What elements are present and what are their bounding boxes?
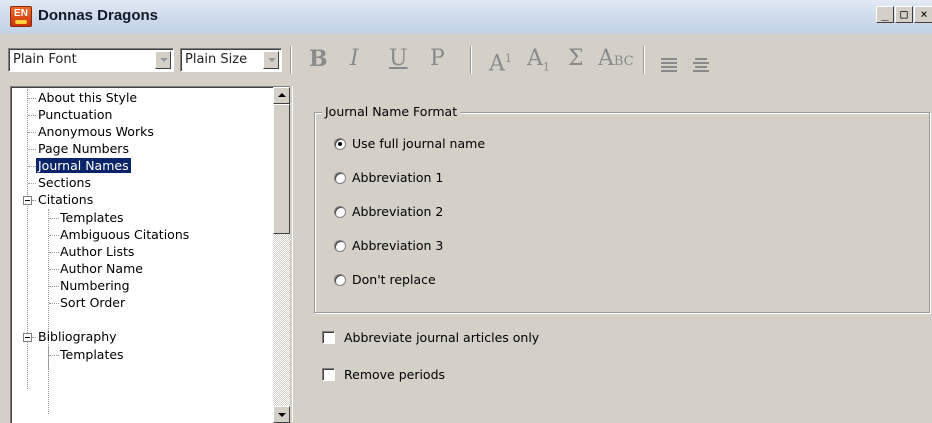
smallcaps-base: A [598, 46, 614, 71]
radio-button[interactable] [334, 138, 346, 150]
minimize-button[interactable]: _ [876, 6, 894, 23]
tree-item-sort-order[interactable]: Sort Order [58, 294, 127, 311]
tree-item-citations-templates[interactable]: Templates [58, 209, 126, 226]
smallcaps-rest: BC [613, 54, 634, 69]
group-title: Journal Name Format [322, 104, 461, 119]
tree-item-anonymous-works[interactable]: Anonymous Works [36, 123, 156, 140]
tree-item-label: About this Style [38, 90, 138, 105]
tree-item-bibliography[interactable]: Bibliography [36, 328, 119, 345]
style-tree: About this Style Punctuation Anonymous W… [11, 87, 273, 423]
subscript-button[interactable]: A1 [527, 45, 550, 81]
size-select[interactable]: Plain Size [180, 48, 282, 72]
radio-label: Don't replace [352, 272, 436, 287]
tree-item-author-lists[interactable]: Author Lists [58, 243, 136, 260]
scroll-down-icon[interactable] [273, 406, 290, 423]
window-title: Donnas Dragons [38, 7, 159, 24]
collapse-bibliography-icon[interactable] [23, 333, 32, 342]
tree-item-punctuation[interactable]: Punctuation [36, 106, 114, 123]
superscript-button[interactable]: A1 [489, 45, 512, 78]
app-icon[interactable]: EN [10, 6, 32, 27]
toolbar-divider [470, 46, 472, 74]
tree-item-label: Bibliography [38, 329, 117, 344]
font-select-value: Plain Font [13, 52, 77, 67]
tree-item-numbering[interactable]: Numbering [58, 277, 132, 294]
font-select[interactable]: Plain Font [8, 48, 174, 72]
tree-item-citations[interactable]: Citations [36, 191, 95, 208]
checkbox-label: Abbreviate journal articles only [344, 330, 540, 345]
radio-label: Use full journal name [352, 136, 486, 151]
app-icon-text: EN [14, 8, 28, 19]
chevron-down-icon[interactable] [263, 51, 279, 69]
subscript-base: A [527, 46, 543, 71]
tree-item-author-name[interactable]: Author Name [58, 260, 145, 277]
maximize-button[interactable]: □ [895, 6, 913, 23]
tree-item-label: Ambiguous Citations [60, 227, 190, 242]
tree-item-page-numbers[interactable]: Page Numbers [36, 140, 131, 157]
tree-item-label: Citations [38, 192, 94, 207]
smallcaps-button[interactable]: ABC [598, 45, 634, 76]
format-toolbar: Plain Font Plain Size B I U P A1 A1 Σ AB… [0, 34, 932, 84]
radio-label: Abbreviation 3 [352, 238, 444, 253]
tree-item-label: Templates [60, 210, 124, 225]
tree-item-label: Anonymous Works [38, 124, 154, 139]
tree-item-label: Author Name [60, 261, 143, 276]
size-select-value: Plain Size [185, 52, 248, 67]
tree-item-label: Sections [38, 175, 91, 190]
superscript-mark: 1 [504, 52, 512, 65]
panel-splitter[interactable] [292, 86, 299, 422]
scroll-thumb[interactable] [273, 104, 290, 234]
checkbox-label: Remove periods [344, 367, 446, 382]
close-button[interactable]: × [914, 6, 932, 23]
tree-item-label: Sort Order [60, 295, 126, 310]
radio-button[interactable] [334, 274, 346, 286]
italic-button[interactable]: I [350, 45, 359, 73]
symbol-button[interactable]: Σ [568, 45, 584, 73]
radio-button[interactable] [334, 206, 346, 218]
underline-button[interactable]: U [389, 45, 408, 73]
tree-item-label: Templates [60, 347, 124, 362]
tree-item-bibliography-templates[interactable]: Templates [58, 346, 126, 363]
tree-item-label: Numbering [60, 278, 130, 293]
tree-item-label: Author Lists [60, 244, 135, 259]
tree-item-journal-names[interactable]: Journal Names [36, 157, 131, 174]
align-center-icon[interactable] [693, 58, 709, 74]
checkbox[interactable] [322, 368, 335, 381]
title-bar[interactable]: EN Donnas Dragons _ □ × [0, 0, 932, 35]
collapse-citations-icon[interactable] [23, 196, 32, 205]
tree-item-ambiguous-citations[interactable]: Ambiguous Citations [58, 226, 191, 243]
scroll-up-icon[interactable] [273, 87, 290, 104]
plain-button[interactable]: P [430, 45, 445, 73]
radio-label: Abbreviation 1 [352, 170, 444, 185]
toolbar-divider [290, 46, 292, 74]
toolbar-divider [643, 46, 645, 74]
tree-item-label: Journal Names [36, 158, 131, 173]
radio-button[interactable] [334, 172, 346, 184]
chevron-down-icon[interactable] [155, 51, 171, 69]
superscript-base: A [489, 51, 505, 77]
tree-scrollbar[interactable] [273, 87, 290, 423]
radio-label: Abbreviation 2 [352, 204, 444, 219]
subscript-mark: 1 [542, 60, 550, 74]
radio-button[interactable] [334, 240, 346, 252]
tree-item-sections[interactable]: Sections [36, 174, 93, 191]
style-tree-panel: About this Style Punctuation Anonymous W… [10, 86, 290, 423]
tree-item-about-this-style[interactable]: About this Style [36, 89, 139, 106]
tree-item-label: Punctuation [38, 107, 113, 122]
tree-item-label: Page Numbers [38, 141, 129, 156]
checkbox[interactable] [322, 331, 335, 344]
align-left-icon[interactable] [661, 58, 677, 74]
bold-button[interactable]: B [309, 45, 328, 73]
